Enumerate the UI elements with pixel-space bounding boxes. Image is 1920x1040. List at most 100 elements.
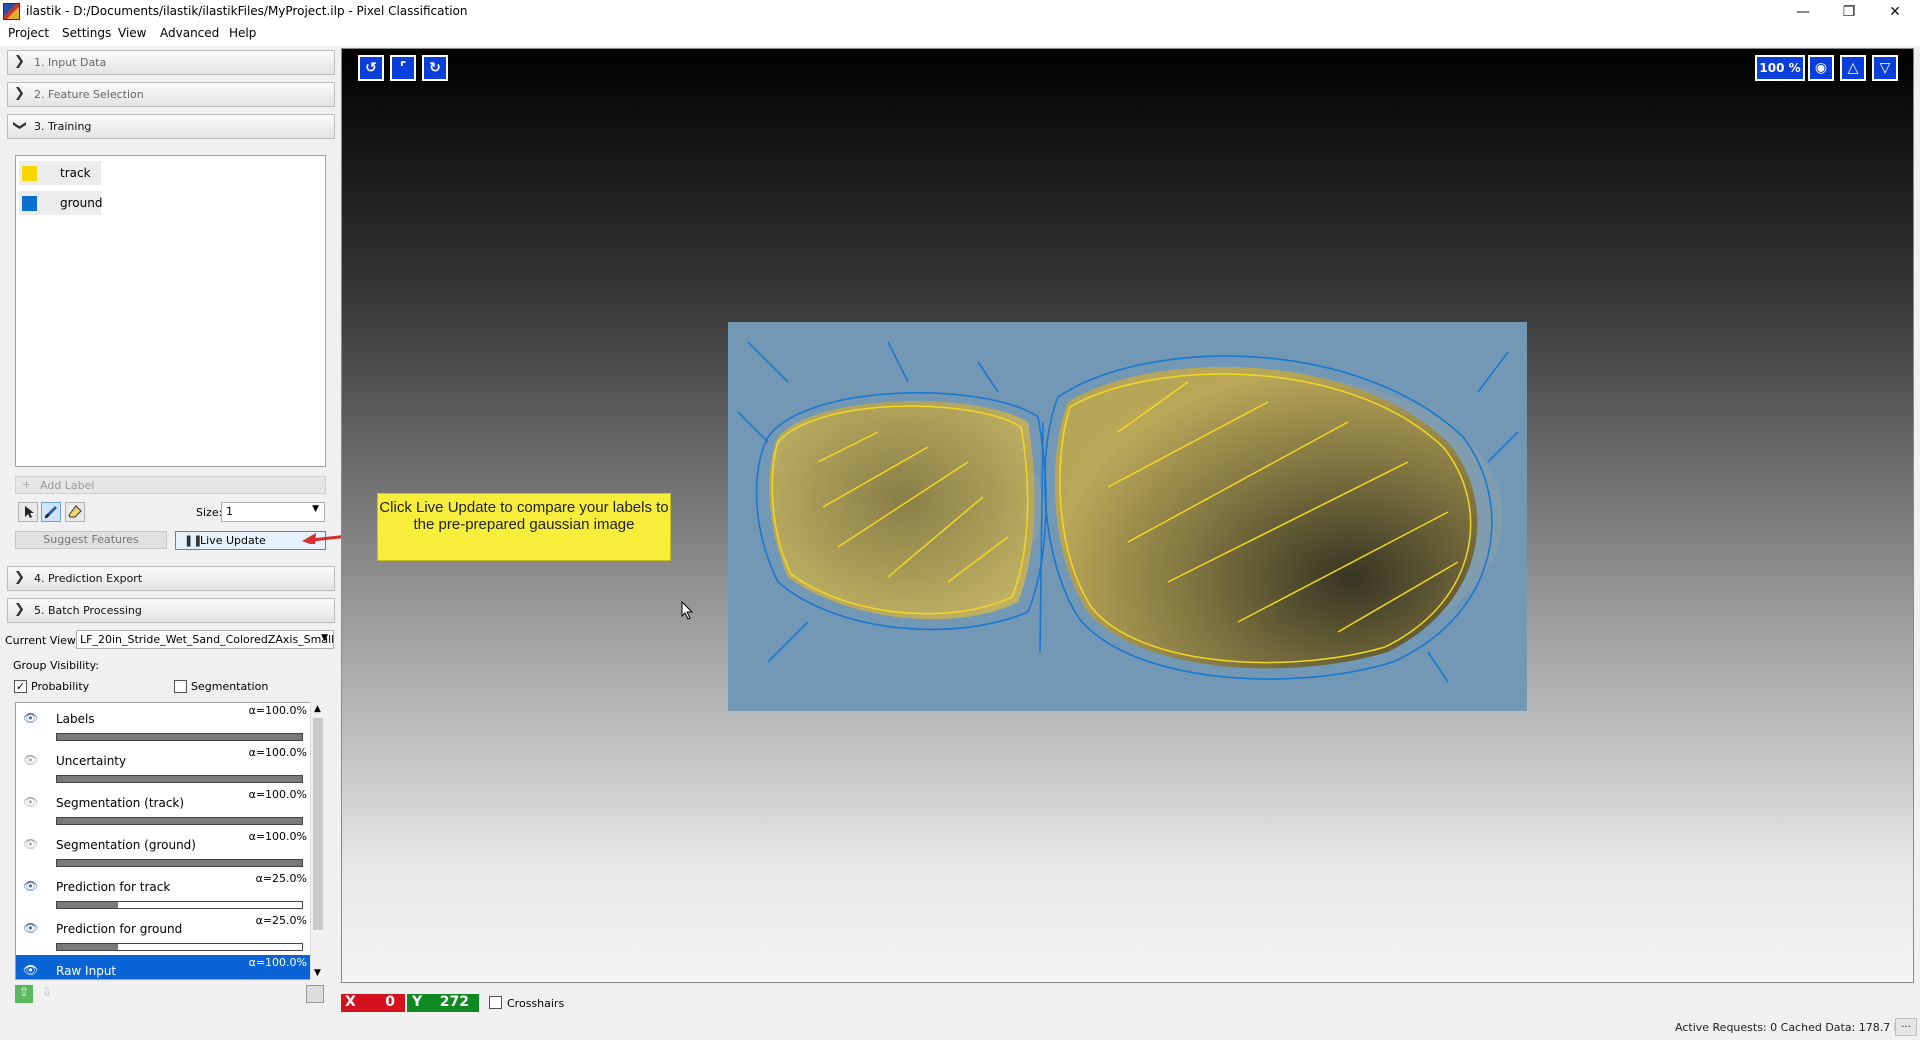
layer-name: Labels <box>56 712 95 726</box>
applet-input-data[interactable]: ❯ 1. Input Data <box>7 50 335 75</box>
live-update-label: Live Update <box>200 534 266 547</box>
applet-label: 4. Prediction Export <box>34 572 143 585</box>
title-bar: ilastik - D:/Documents/ilastik/ilastikFi… <box>0 0 1920 24</box>
applet-feature-selection[interactable]: ❯ 2. Feature Selection <box>7 82 335 107</box>
crosshairs-checkbox[interactable] <box>489 996 502 1009</box>
close-icon[interactable]: ✕ <box>1872 0 1918 24</box>
duplicate-layer-icon[interactable] <box>306 985 324 1003</box>
label-item-track[interactable]: track <box>19 161 101 185</box>
chevron-down-icon: ❯ <box>11 120 27 131</box>
opacity-slider[interactable] <box>56 733 303 741</box>
zoom-level-badge[interactable]: 100 % <box>1755 55 1805 81</box>
label-item-ground[interactable]: ground <box>19 191 102 215</box>
scroll-thumb[interactable] <box>313 718 323 930</box>
layer-alpha: α=100.0% <box>248 704 307 717</box>
add-label-button[interactable]: + Add Label <box>15 476 326 494</box>
menu-advanced[interactable]: Advanced <box>158 26 221 40</box>
layer-list: 👁 Labels α=100.0% 👁 Uncertainty α=100.0% 👁 Segm… <box>15 702 325 980</box>
probability-checkbox[interactable]: ✓ <box>14 680 27 693</box>
move-layer-up-icon[interactable]: ⇧ <box>15 985 33 1003</box>
eye-icon[interactable]: 👁 <box>23 963 38 977</box>
chevron-right-icon: ❯ <box>14 54 25 69</box>
layer-name: Uncertainty <box>56 754 127 768</box>
camera-icon[interactable]: ◉ <box>1808 55 1834 81</box>
rotate-left-icon[interactable]: ↺ <box>358 55 384 81</box>
applet-batch-processing[interactable]: ❯ 5. Batch Processing <box>7 598 335 623</box>
label-color-swatch[interactable] <box>22 196 37 211</box>
current-view-select[interactable]: LF_20in_Stride_Wet_Sand_ColoredZAxis_Sma… <box>76 630 334 649</box>
layer-alpha: α=100.0% <box>248 956 307 969</box>
move-layer-down-icon[interactable]: ⇩ <box>38 985 56 1003</box>
suggest-features-button[interactable]: Suggest Features <box>15 531 167 549</box>
brush-tool-button[interactable] <box>41 502 61 522</box>
eye-icon[interactable]: 👁 <box>23 753 38 767</box>
layer-row[interactable]: 👁 Prediction for ground α=25.0% <box>16 913 313 955</box>
chevron-right-icon: ❯ <box>14 570 25 585</box>
triangle-down-icon[interactable]: ▽ <box>1872 55 1898 81</box>
y-label: Y <box>412 994 423 1010</box>
eye-icon[interactable]: 👁 <box>23 837 38 851</box>
triangle-up-icon[interactable]: △ <box>1840 55 1866 81</box>
label-color-swatch[interactable] <box>22 166 37 181</box>
opacity-slider[interactable] <box>56 901 303 909</box>
crosshairs-label: Crosshairs <box>507 997 565 1010</box>
opacity-slider[interactable] <box>56 943 303 951</box>
label-name[interactable]: ground <box>60 196 102 210</box>
layer-name: Raw Input <box>56 964 117 978</box>
rotate-right-icon[interactable]: ↻ <box>422 55 448 81</box>
chevron-right-icon: ❯ <box>14 86 25 101</box>
applet-label: 5. Batch Processing <box>34 604 142 617</box>
layer-name: Prediction for track <box>56 880 171 894</box>
menu-project[interactable]: Project <box>6 26 51 40</box>
layer-alpha: α=25.0% <box>255 914 307 927</box>
raw-input-image[interactable] <box>728 322 1527 711</box>
layer-row[interactable]: 👁 Labels α=100.0% <box>16 703 313 745</box>
layer-row[interactable]: 👁 Segmentation (track) α=100.0% <box>16 787 313 829</box>
opacity-slider[interactable] <box>56 859 303 867</box>
y-value: 272 <box>439 994 469 1010</box>
layer-alpha: α=100.0% <box>248 830 307 843</box>
eraser-tool-button[interactable] <box>65 502 85 522</box>
layer-name: Segmentation (track) <box>56 796 185 810</box>
opacity-fill <box>57 734 302 740</box>
chevron-down-icon: ▼ <box>321 633 328 643</box>
opacity-slider[interactable] <box>56 775 303 783</box>
eye-icon[interactable]: 👁 <box>23 921 38 935</box>
layer-row[interactable]: 👁 Segmentation (ground) α=100.0% <box>16 829 313 871</box>
navigation-tool-button[interactable] <box>18 502 38 522</box>
labels-list: track ground <box>15 155 326 467</box>
eraser-icon <box>68 505 82 518</box>
opacity-fill <box>57 818 302 824</box>
eye-icon[interactable]: 👁 <box>23 711 38 725</box>
eye-icon[interactable]: 👁 <box>23 795 38 809</box>
brush-size-value: 1 <box>226 505 233 518</box>
menu-help[interactable]: Help <box>227 26 258 40</box>
applet-training[interactable]: ❯ 3. Training <box>7 114 335 139</box>
menu-view[interactable]: View <box>116 26 148 40</box>
chevron-down-icon: ▼ <box>312 504 319 514</box>
minimize-icon[interactable]: — <box>1780 0 1826 24</box>
x-value: 0 <box>385 994 395 1010</box>
layer-alpha: α=25.0% <box>255 872 307 885</box>
menu-settings[interactable]: Settings <box>60 26 113 40</box>
swap-axes-icon[interactable]: ⌜ <box>390 55 416 81</box>
opacity-fill <box>57 776 302 782</box>
layer-row[interactable]: 👁 Raw Input α=100.0% <box>16 955 313 979</box>
scroll-up-icon[interactable]: ▲ <box>314 704 321 714</box>
x-label: X <box>345 994 356 1010</box>
opacity-slider[interactable] <box>56 817 303 825</box>
scroll-down-icon[interactable]: ▼ <box>314 968 321 978</box>
layer-row[interactable]: 👁 Prediction for track α=25.0% <box>16 871 313 913</box>
brush-size-select[interactable]: 1 ▼ <box>221 502 325 522</box>
restore-icon[interactable]: ❐ <box>1826 0 1872 24</box>
eye-icon[interactable]: 👁 <box>23 879 38 893</box>
status-more-button[interactable]: ... <box>1895 1018 1917 1036</box>
x-coordinate: X 0 <box>341 994 405 1012</box>
probability-label: Probability <box>31 680 90 693</box>
label-name[interactable]: track <box>60 166 91 180</box>
segmentation-checkbox[interactable] <box>174 680 187 693</box>
layer-row[interactable]: 👁 Uncertainty α=100.0% <box>16 745 313 787</box>
layer-scrollbar[interactable]: ▲ ▼ <box>310 702 325 980</box>
applet-label: 2. Feature Selection <box>34 88 144 101</box>
applet-prediction-export[interactable]: ❯ 4. Prediction Export <box>7 566 335 591</box>
